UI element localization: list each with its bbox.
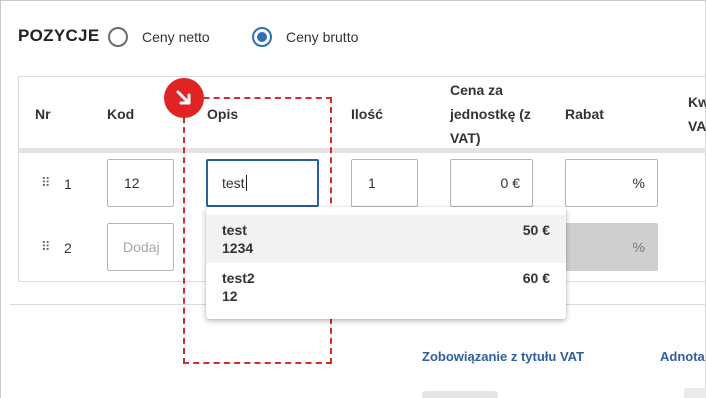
table-header-separator [19, 148, 706, 153]
column-header-cena-line1: Cena za [450, 82, 503, 98]
column-header-rabat: Rabat [565, 106, 604, 122]
notes-link[interactable]: Adnota [660, 349, 705, 364]
vat-liability-link[interactable]: Zobowiązanie z tytułu VAT [422, 349, 584, 364]
partial-element [422, 391, 498, 398]
suggestion-item[interactable]: test2 12 60 € [206, 263, 566, 311]
drag-handle-icon[interactable]: ⠿ [41, 175, 50, 191]
suggestion-dropdown: test 1234 50 € test2 12 60 € [206, 207, 566, 319]
drag-handle-icon[interactable]: ⠿ [41, 239, 50, 255]
row-number: 2 [64, 240, 72, 256]
arrow-down-right-icon [164, 78, 204, 118]
column-header-nr: Nr [35, 106, 51, 122]
column-header-kwota-line2: VA [688, 118, 706, 134]
suggestion-code: 1234 [222, 240, 254, 256]
rabat-input-disabled: % [565, 223, 658, 271]
column-header-kwota-line1: Kw [688, 94, 706, 110]
column-header-ilosc: Ilość [351, 106, 383, 122]
suggestion-name: test [222, 222, 247, 238]
radio-label-ceny-netto[interactable]: Ceny netto [142, 29, 210, 45]
rabat-input[interactable]: % [565, 159, 658, 207]
section-title: POZYCJE [18, 26, 100, 45]
suggestion-name: test2 [222, 270, 255, 286]
radio-ceny-brutto[interactable] [252, 27, 272, 47]
cena-input[interactable]: 0 € [450, 159, 533, 207]
kod-input-new[interactable]: Dodaj [107, 223, 174, 271]
kod-input[interactable]: 12 [107, 159, 174, 207]
suggestion-code: 12 [222, 288, 238, 304]
column-header-cena-line2: jednostkę (z [450, 106, 531, 122]
radio-label-ceny-brutto[interactable]: Ceny brutto [286, 29, 358, 45]
column-header-cena-line3: VAT) [450, 130, 481, 146]
suggestion-price: 60 € [522, 270, 550, 286]
suggestion-price: 50 € [522, 222, 550, 238]
column-header-kod: Kod [107, 106, 135, 122]
suggestion-item[interactable]: test 1234 50 € [206, 215, 566, 263]
radio-ceny-netto[interactable] [108, 27, 128, 47]
ilosc-input[interactable]: 1 [351, 159, 418, 207]
row-number: 1 [64, 176, 72, 192]
scroll-tab[interactable] [684, 388, 706, 398]
